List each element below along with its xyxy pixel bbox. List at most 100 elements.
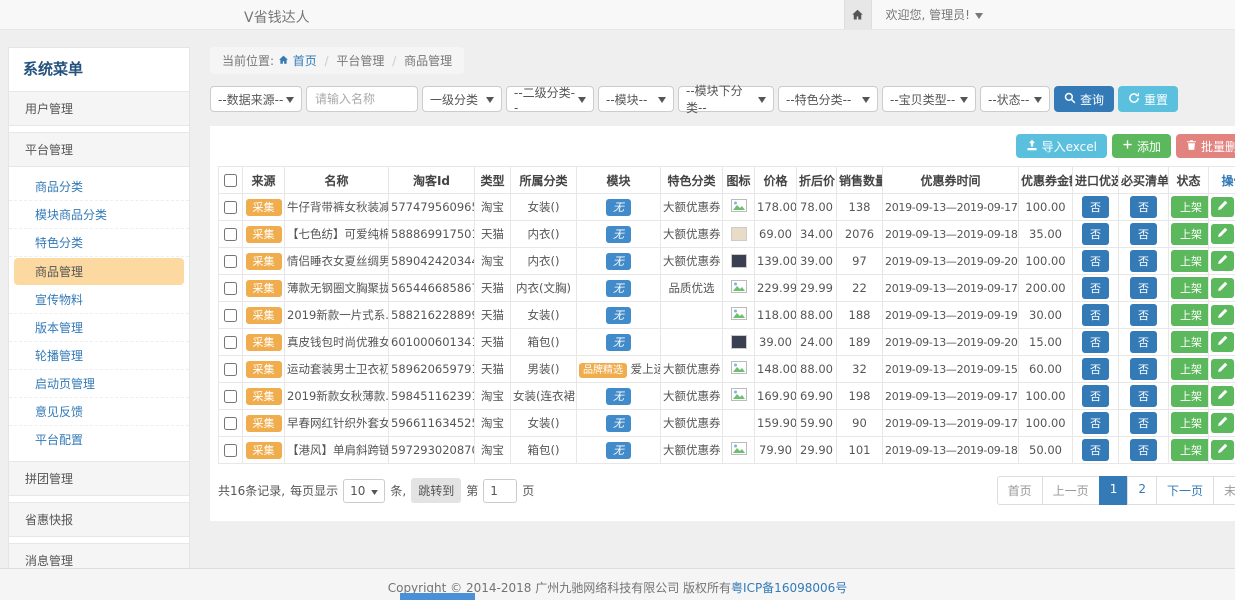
must-buy-toggle-button[interactable]: 否 <box>1130 250 1157 272</box>
sidebar-group-item[interactable]: 用户管理 <box>9 91 189 126</box>
must-buy-cell: 否 <box>1119 194 1169 221</box>
sidebar-item-active[interactable]: 商品管理 <box>14 258 184 285</box>
row-checkbox[interactable] <box>224 309 237 322</box>
row-checkbox[interactable] <box>224 390 237 403</box>
status-button[interactable]: 上架 <box>1171 439 1209 461</box>
row-checkbox[interactable] <box>224 282 237 295</box>
sidebar-group-item[interactable]: 消息管理 <box>9 543 189 568</box>
row-checkbox[interactable] <box>224 417 237 430</box>
sidebar-item[interactable]: 模块商品分类 <box>9 201 189 229</box>
import-excel-button[interactable]: 导入excel <box>1016 134 1107 158</box>
must-buy-toggle-button[interactable]: 否 <box>1130 385 1157 407</box>
add-button[interactable]: 添加 <box>1112 134 1171 158</box>
discount-price: 88.00 <box>797 302 837 329</box>
sidebar-item[interactable]: 商品分类 <box>9 173 189 201</box>
must-buy-toggle-button[interactable]: 否 <box>1130 277 1157 299</box>
coupon-amount: 100.00 <box>1019 410 1073 437</box>
edit-button[interactable] <box>1211 251 1234 271</box>
reset-button[interactable]: 重置 <box>1118 86 1178 112</box>
sidebar-item[interactable]: 轮播管理 <box>9 342 189 370</box>
breadcrumb-home-link[interactable]: 首页 <box>278 54 321 68</box>
import-toggle-button[interactable]: 否 <box>1082 223 1109 245</box>
page-button[interactable]: 首页 <box>997 476 1043 505</box>
edit-button[interactable] <box>1211 359 1234 379</box>
status-button[interactable]: 上架 <box>1171 358 1209 380</box>
row-checkbox[interactable] <box>224 444 237 457</box>
per-page-select[interactable]: 10 <box>343 479 385 503</box>
status-button[interactable]: 上架 <box>1171 277 1209 299</box>
import-toggle-button[interactable]: 否 <box>1082 250 1109 272</box>
sidebar-item[interactable]: 启动页管理 <box>9 370 189 398</box>
search-button[interactable]: 查询 <box>1054 86 1114 112</box>
import-toggle-button[interactable]: 否 <box>1082 358 1109 380</box>
edit-button[interactable] <box>1211 278 1234 298</box>
filter-select[interactable]: --特色分类-- <box>778 86 878 112</box>
horizontal-scrollbar-thumb[interactable] <box>400 593 475 600</box>
batch-delete-button[interactable]: 批量删除 <box>1176 134 1235 158</box>
sidebar-item[interactable]: 特色分类 <box>9 229 189 257</box>
jump-button[interactable]: 跳转到 <box>411 478 461 503</box>
edit-button[interactable] <box>1211 332 1234 352</box>
row-checkbox[interactable] <box>224 228 237 241</box>
edit-button[interactable] <box>1211 305 1234 325</box>
filter-select[interactable]: --二级分类-- <box>506 86 594 112</box>
sidebar-item[interactable]: 平台配置 <box>9 426 189 453</box>
page-number-input[interactable] <box>483 479 517 503</box>
import-cell: 否 <box>1073 302 1119 329</box>
must-buy-toggle-button[interactable]: 否 <box>1130 358 1157 380</box>
import-toggle-button[interactable]: 否 <box>1082 412 1109 434</box>
must-buy-toggle-button[interactable]: 否 <box>1130 223 1157 245</box>
column-header: 优惠券时间 <box>883 167 1019 194</box>
edit-button[interactable] <box>1211 197 1234 217</box>
edit-button[interactable] <box>1211 224 1234 244</box>
filter-select[interactable]: --数据来源-- <box>210 86 302 112</box>
filter-select[interactable]: --模块-- <box>598 86 674 112</box>
sidebar-item[interactable]: 意见反馈 <box>9 398 189 426</box>
must-buy-toggle-button[interactable]: 否 <box>1130 331 1157 353</box>
status-button[interactable]: 上架 <box>1171 196 1209 218</box>
sidebar-group-item[interactable]: 省惠快报 <box>9 502 189 537</box>
status-button[interactable]: 上架 <box>1171 250 1209 272</box>
icp-link[interactable]: 粤ICP备16098006号 <box>731 581 847 595</box>
edit-button[interactable] <box>1211 413 1234 433</box>
import-toggle-button[interactable]: 否 <box>1082 385 1109 407</box>
edit-button[interactable] <box>1211 440 1234 460</box>
filter-select[interactable]: --状态-- <box>980 86 1050 112</box>
sidebar-item[interactable]: 宣传物料 <box>9 286 189 314</box>
page-button[interactable]: 2 <box>1127 476 1157 505</box>
row-checkbox[interactable] <box>224 201 237 214</box>
edit-button[interactable] <box>1211 386 1234 406</box>
filter-select[interactable]: 一级分类 <box>422 86 502 112</box>
must-buy-toggle-button[interactable]: 否 <box>1130 304 1157 326</box>
filter-select[interactable]: --模块下分类-- <box>678 86 774 112</box>
import-toggle-button[interactable]: 否 <box>1082 439 1109 461</box>
name-search-input[interactable] <box>306 86 418 112</box>
import-toggle-button[interactable]: 否 <box>1082 277 1109 299</box>
must-buy-toggle-button[interactable]: 否 <box>1130 196 1157 218</box>
records-count: 共16条记录, <box>218 482 285 499</box>
filter-select[interactable]: --宝贝类型-- <box>882 86 976 112</box>
sidebar-item[interactable]: 版本管理 <box>9 314 189 342</box>
import-toggle-button[interactable]: 否 <box>1082 331 1109 353</box>
page-button[interactable]: 末页 <box>1213 476 1235 505</box>
import-toggle-button[interactable]: 否 <box>1082 304 1109 326</box>
sidebar-group-item[interactable]: 拼团管理 <box>9 461 189 496</box>
select-all-checkbox[interactable] <box>224 174 237 187</box>
status-button[interactable]: 上架 <box>1171 304 1209 326</box>
row-checkbox[interactable] <box>224 336 237 349</box>
page-button[interactable]: 上一页 <box>1042 476 1100 505</box>
import-toggle-button[interactable]: 否 <box>1082 196 1109 218</box>
must-buy-toggle-button[interactable]: 否 <box>1130 412 1157 434</box>
page-button[interactable]: 下一页 <box>1156 476 1214 505</box>
status-button[interactable]: 上架 <box>1171 412 1209 434</box>
status-button[interactable]: 上架 <box>1171 223 1209 245</box>
home-icon[interactable] <box>844 0 872 29</box>
sidebar-group-item[interactable]: 平台管理 <box>9 132 189 167</box>
row-checkbox[interactable] <box>224 363 237 376</box>
row-checkbox[interactable] <box>224 255 237 268</box>
user-menu[interactable]: 欢迎您, 管理员! <box>886 6 983 23</box>
status-button[interactable]: 上架 <box>1171 331 1209 353</box>
status-button[interactable]: 上架 <box>1171 385 1209 407</box>
page-button[interactable]: 1 <box>1099 476 1129 505</box>
must-buy-toggle-button[interactable]: 否 <box>1130 439 1157 461</box>
